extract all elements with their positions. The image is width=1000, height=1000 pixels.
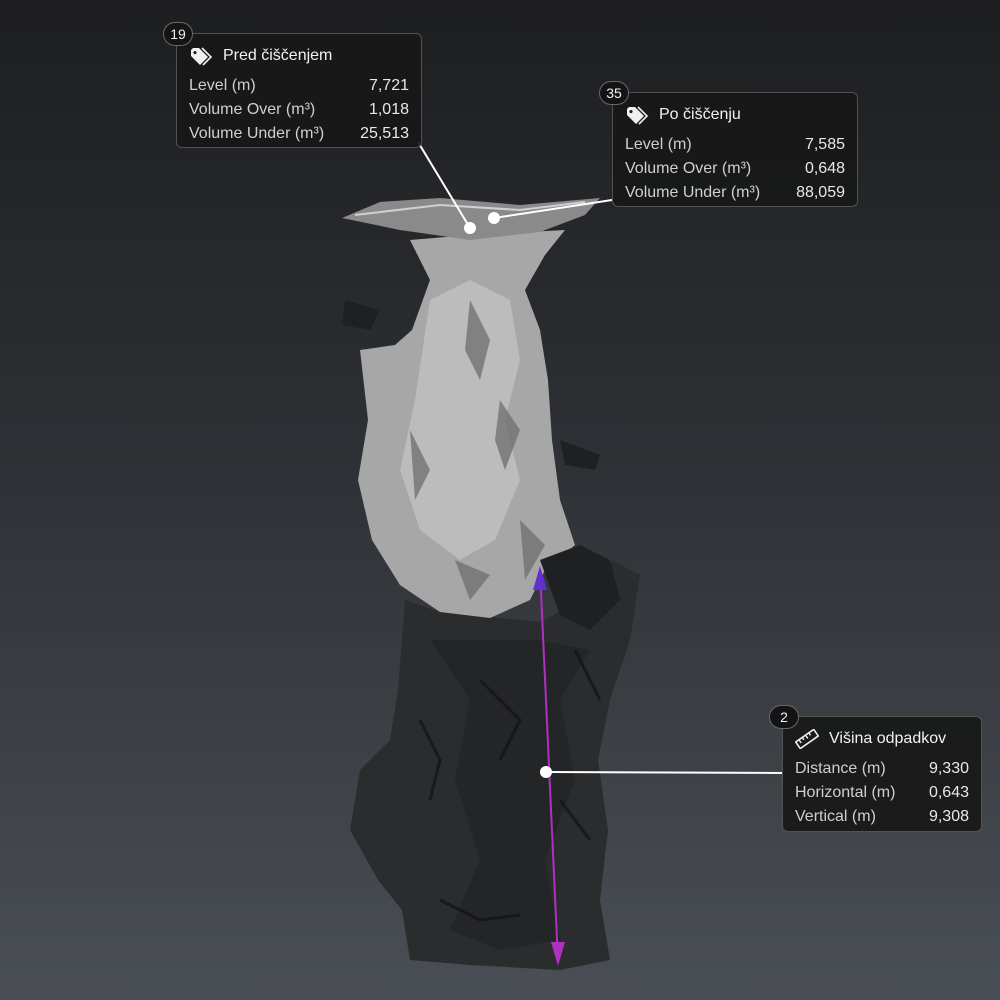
- row-label: Volume Over (m³): [189, 101, 316, 118]
- annotation-pred-ciscenjem[interactable]: 19 Pred čiščenjem Level (m) 7,721 Volume …: [163, 22, 422, 148]
- row-value: 25,513: [360, 125, 409, 142]
- row-value: 7,721: [368, 77, 409, 94]
- ruler-icon: [795, 728, 819, 750]
- row-label: Level (m): [625, 136, 692, 153]
- annotation-visina-odpadkov[interactable]: 2 Višina odpadkov Distance (m) 9,330 Hori…: [769, 705, 982, 832]
- annotation-row: Distance (m) 9,330: [795, 757, 969, 781]
- annotation-row: Vertical (m) 9,308: [795, 805, 969, 829]
- row-value: 0,648: [804, 160, 845, 177]
- annotation-row: Level (m) 7,721: [189, 74, 409, 98]
- annotation-row: Volume Under (m³) 25,513: [189, 122, 409, 146]
- annotation-po-ciscenju[interactable]: 35 Po čiščenju Level (m) 7,585 Volume Ove…: [599, 81, 858, 207]
- annotation-row: Volume Under (m³) 88,059: [625, 181, 845, 205]
- annotation-number-badge: 2: [769, 705, 799, 729]
- leader-line-visina: [545, 771, 783, 774]
- row-value: 88,059: [796, 184, 845, 201]
- tag-icon: [189, 45, 213, 67]
- anchor-point-pred[interactable]: [464, 222, 476, 234]
- annotation-row: Volume Over (m³) 1,018: [189, 98, 409, 122]
- row-label: Level (m): [189, 77, 256, 94]
- row-label: Distance (m): [795, 760, 886, 777]
- row-label: Volume Under (m³): [189, 125, 325, 142]
- annotation-row: Level (m) 7,585: [625, 133, 845, 157]
- annotation-number-badge: 19: [163, 22, 193, 46]
- annotation-title: Po čiščenju: [659, 106, 741, 123]
- row-label: Volume Over (m³): [625, 160, 752, 177]
- row-value: 9,330: [928, 760, 969, 777]
- row-label: Horizontal (m): [795, 784, 896, 801]
- tag-icon: [625, 104, 649, 126]
- row-label: Vertical (m): [795, 808, 876, 825]
- row-value: 9,308: [928, 808, 969, 825]
- row-value: 0,643: [928, 784, 969, 801]
- annotation-title: Pred čiščenjem: [223, 47, 333, 64]
- anchor-point-po[interactable]: [488, 212, 500, 224]
- anchor-point-visina[interactable]: [540, 766, 552, 778]
- annotation-row: Horizontal (m) 0,643: [795, 781, 969, 805]
- annotation-title: Višina odpadkov: [829, 730, 947, 747]
- row-value: 7,585: [804, 136, 845, 153]
- annotation-number-badge: 35: [599, 81, 629, 105]
- row-label: Volume Under (m³): [625, 184, 761, 201]
- row-value: 1,018: [368, 101, 409, 118]
- annotation-row: Volume Over (m³) 0,648: [625, 157, 845, 181]
